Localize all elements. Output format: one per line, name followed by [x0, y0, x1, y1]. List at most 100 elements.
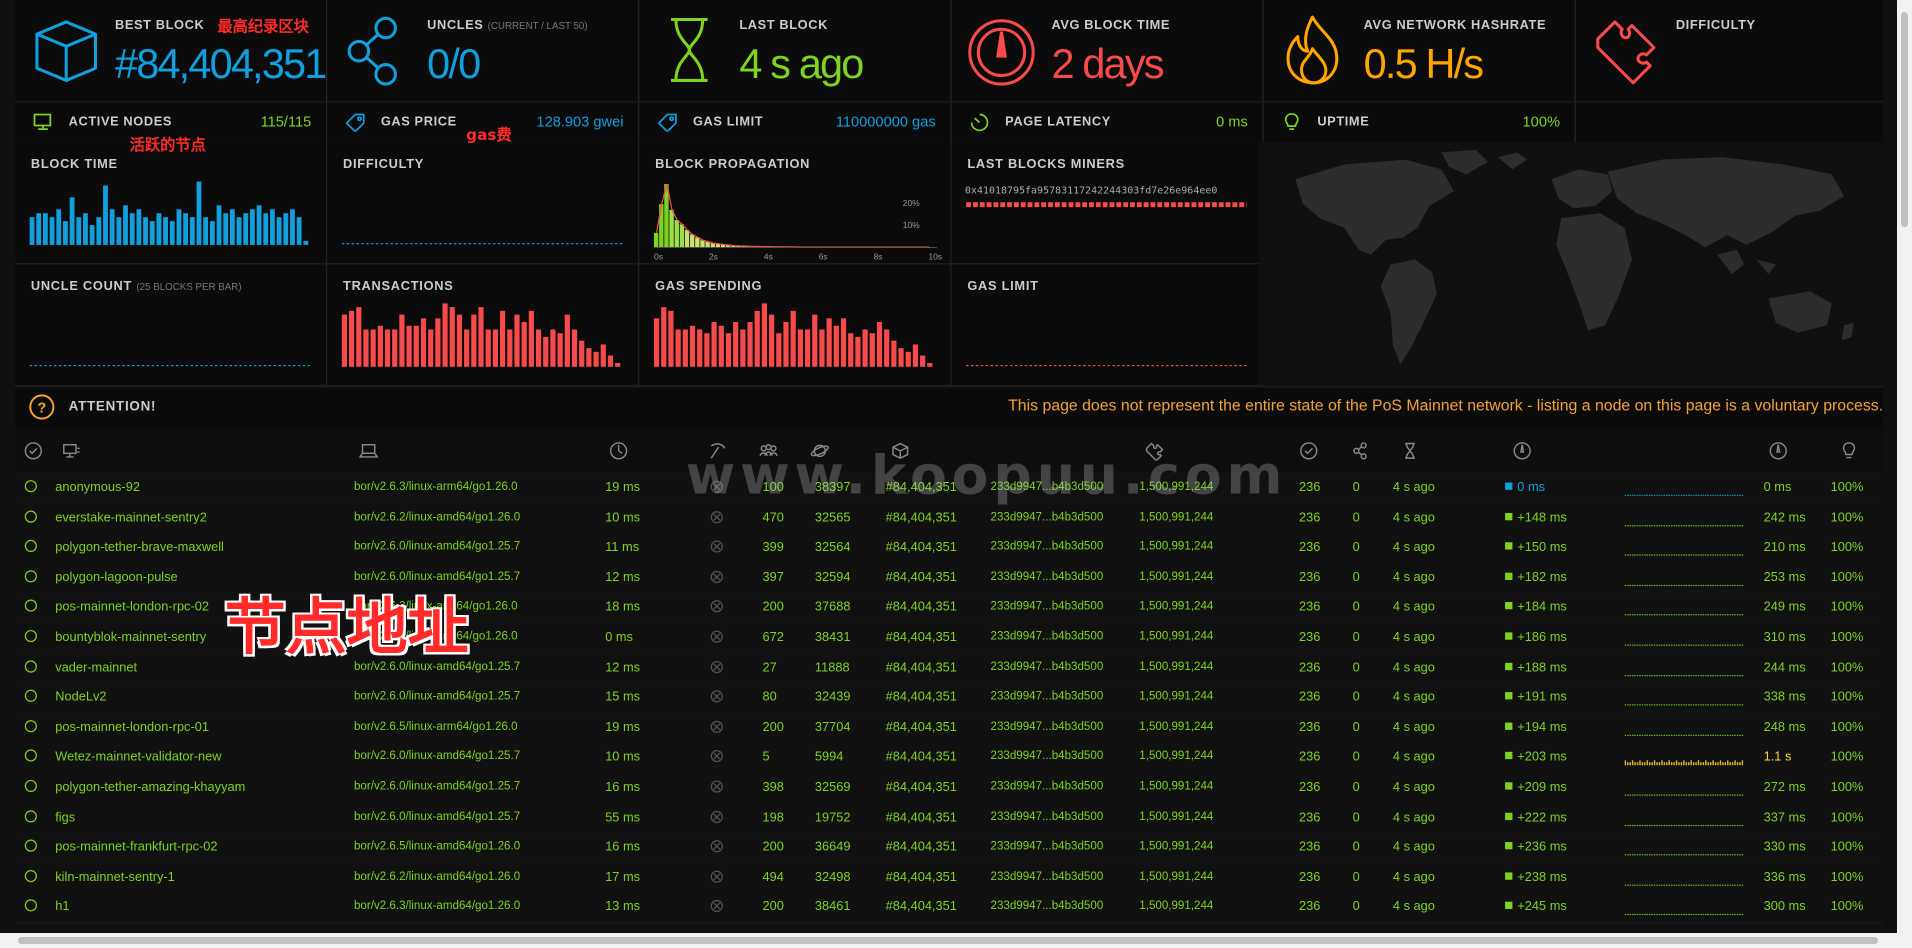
node-status-dot[interactable]: [24, 540, 37, 553]
node-status-dot[interactable]: [24, 749, 37, 763]
propagation-xtick: 8s: [873, 252, 882, 262]
node-status-dot[interactable]: [24, 809, 37, 822]
node-peers: 200: [762, 599, 784, 615]
horizontal-scrollbar[interactable]: [0, 933, 1897, 948]
node-name[interactable]: anonymous-92: [55, 480, 140, 495]
chart-bar: [63, 221, 68, 245]
table-row[interactable]: NodeLv2 bor/v2.6.0/linux-amd64/go1.25.7 15…: [15, 682, 1884, 714]
chart-bar: [761, 303, 768, 367]
node-name[interactable]: bountyblok-mainnet-sentry: [55, 630, 206, 645]
chart-bar: [341, 314, 347, 367]
node-avg-propagation: 272 ms: [1763, 779, 1806, 795]
node-difficulty: 1,500,991,244: [1139, 540, 1214, 554]
uncles-icon[interactable]: [1351, 441, 1371, 460]
node-status-dot[interactable]: [24, 869, 37, 882]
node-name[interactable]: kiln-mainnet-sentry-1: [55, 870, 175, 885]
node-name[interactable]: polygon-tether-amazing-khayyam: [55, 780, 245, 795]
node-status-dot[interactable]: [24, 659, 37, 673]
node-status-dot[interactable]: [24, 899, 37, 912]
table-row[interactable]: figs bor/v2.6.0/linux-amd64/go1.25.7 55 ms…: [15, 802, 1884, 834]
table-row[interactable]: Wetez-mainnet-validator-new bor/v2.6.0/li…: [15, 742, 1884, 774]
mini-stat-label: ACTIVE NODES: [68, 114, 173, 130]
propagation-square: [1505, 542, 1513, 550]
node-uptime: 100%: [1830, 599, 1864, 615]
node-peers: 397: [762, 570, 784, 585]
table-row[interactable]: kiln-mainnet-sentry-1 bor/v2.6.2/linux-am…: [15, 862, 1884, 894]
chart-bar: [270, 209, 275, 245]
node-status-dot[interactable]: [24, 689, 37, 703]
bulb-icon[interactable]: [1839, 441, 1859, 460]
node-status-dot[interactable]: [24, 570, 37, 583]
node-name[interactable]: pos-mainnet-london-rpc-02: [55, 600, 209, 615]
node-name[interactable]: everstake-mainnet-sentry2: [55, 510, 207, 525]
table-row[interactable]: pos-mainnet-frankfurt-rpc-02 bor/v2.6.5/l…: [15, 832, 1884, 864]
chart-bar: [862, 329, 868, 367]
propagation-square: [1505, 872, 1513, 880]
node-name[interactable]: pos-mainnet-london-rpc-01: [55, 720, 209, 735]
node-latency: 13 ms: [605, 899, 641, 915]
propagation-history-sparkline: [1624, 734, 1744, 736]
vertical-scroll-thumb[interactable]: [1901, 12, 1908, 227]
chart-bar: [869, 333, 875, 367]
chart-bar: [884, 329, 890, 367]
node-block: #84,404,351: [885, 599, 957, 615]
avg-propagation-icon[interactable]: [1768, 441, 1788, 460]
table-row[interactable]: polygon-tether-brave-maxwell bor/v2.6.0/l…: [15, 532, 1884, 564]
node-pending: 38461: [814, 899, 851, 915]
stat-hashrate: AVG NETWORK HASHRATE 0.5 H/s: [1264, 0, 1576, 102]
node-status-dot[interactable]: [24, 480, 37, 493]
propagation-bar: [695, 237, 700, 248]
chart-difficulty: DIFFICULTY: [327, 142, 640, 265]
node-block-hash: 233d9947...b4b3d500: [990, 779, 1104, 794]
propagation-icon[interactable]: [1512, 441, 1532, 460]
node-uptime: 100%: [1830, 809, 1864, 825]
node-status-dot[interactable]: [24, 779, 37, 793]
check-circle-icon[interactable]: [1299, 441, 1319, 460]
node-last-block: 4 s ago: [1392, 659, 1435, 675]
table-row[interactable]: pos-mainnet-london-rpc-01 bor/v2.6.5/linu…: [15, 712, 1884, 744]
propagation-square: [1505, 752, 1513, 760]
node-name[interactable]: pos-mainnet-frankfurt-rpc-02: [55, 840, 217, 855]
propagation-xtick: 6s: [819, 252, 828, 262]
node-status-dot[interactable]: [24, 510, 37, 523]
node-block: #84,404,351: [885, 779, 957, 795]
node-propagation: +188 ms: [1505, 660, 1567, 675]
chart-uncle-count: UNCLE COUNT (25 BLOCKS PER BAR): [15, 264, 328, 387]
hourglass-icon[interactable]: [1400, 441, 1420, 460]
node-block: #84,404,351: [885, 839, 957, 855]
node-name[interactable]: vader-mainnet: [55, 660, 137, 675]
propagation-bar: [684, 230, 690, 248]
horizontal-scroll-thumb[interactable]: [18, 937, 1878, 944]
node-uptime: 100%: [1830, 839, 1864, 855]
node-name[interactable]: NodeLv2: [55, 690, 106, 705]
node-name[interactable]: polygon-lagoon-pulse: [55, 570, 177, 585]
puzzle-icon: [1596, 20, 1656, 85]
node-name[interactable]: polygon-tether-brave-maxwell: [55, 540, 224, 555]
node-status-dot[interactable]: [24, 839, 37, 852]
table-row[interactable]: polygon-lagoon-pulse bor/v2.6.0/linux-amd…: [15, 562, 1884, 594]
node-status-dot[interactable]: [24, 599, 37, 613]
table-row[interactable]: polygon-tether-amazing-khayyam bor/v2.6.0…: [15, 772, 1884, 804]
chart-bar: [507, 329, 513, 367]
node-name[interactable]: Wetez-mainnet-validator-new: [55, 750, 221, 765]
table-row[interactable]: everstake-mainnet-sentry2 bor/v2.6.2/linu…: [15, 502, 1884, 534]
latency-icon[interactable]: [609, 441, 629, 460]
node-avg-propagation: 338 ms: [1763, 689, 1806, 705]
chart-bar: [704, 333, 710, 367]
node-name[interactable]: h1: [55, 900, 69, 915]
table-row[interactable]: h1 bor/v2.6.3/linux-amd64/go1.26.0 13 ms 20…: [15, 892, 1884, 924]
node-name-icon[interactable]: [61, 441, 81, 460]
node-last-block: 4 s ago: [1392, 779, 1435, 795]
check-circle-icon[interactable]: [24, 441, 44, 460]
chart-bar: [129, 213, 135, 245]
node-status-dot[interactable]: [24, 719, 37, 733]
node-status-dot[interactable]: [24, 629, 37, 643]
not-mining-icon: [710, 510, 723, 523]
not-mining-icon: [710, 810, 723, 823]
world-map[interactable]: [1258, 142, 1884, 386]
node-uncles: 0: [1352, 899, 1360, 915]
node-name[interactable]: figs: [55, 810, 75, 825]
laptop-icon[interactable]: [358, 441, 379, 460]
chart-bar: [682, 329, 688, 367]
vertical-scrollbar[interactable]: [1897, 0, 1912, 948]
